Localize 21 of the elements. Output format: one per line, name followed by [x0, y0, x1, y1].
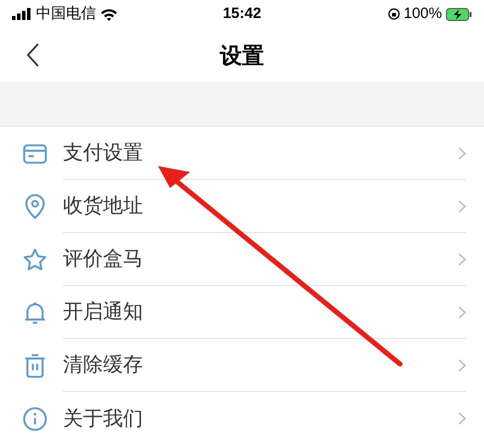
chevron-right-icon	[458, 146, 466, 160]
chevron-right-icon	[458, 252, 466, 266]
signal-icon	[12, 8, 32, 20]
wifi-icon	[100, 8, 118, 20]
settings-item[interactable]: 关于我们	[0, 392, 484, 438]
back-icon	[26, 43, 40, 67]
settings-item[interactable]: 评价盒马	[0, 233, 484, 286]
chevron-right-icon	[458, 412, 466, 425]
status-time: 15:42	[222, 4, 262, 24]
chevron-right-icon	[458, 306, 466, 318]
settings-item[interactable]: 开启通知	[0, 286, 484, 339]
carrier-name: 中国电信	[36, 4, 96, 24]
chevron-right-icon	[458, 200, 466, 212]
settings-item[interactable]: 清除缓存	[0, 339, 484, 392]
info-circle-icon	[22, 406, 48, 432]
chevron-right-icon	[458, 358, 466, 372]
battery-percent: 100%	[404, 4, 442, 24]
star-icon	[22, 246, 48, 272]
page-title: 设置	[220, 42, 264, 70]
rotation-lock-icon	[388, 8, 400, 20]
battery-charging-icon	[446, 8, 472, 20]
